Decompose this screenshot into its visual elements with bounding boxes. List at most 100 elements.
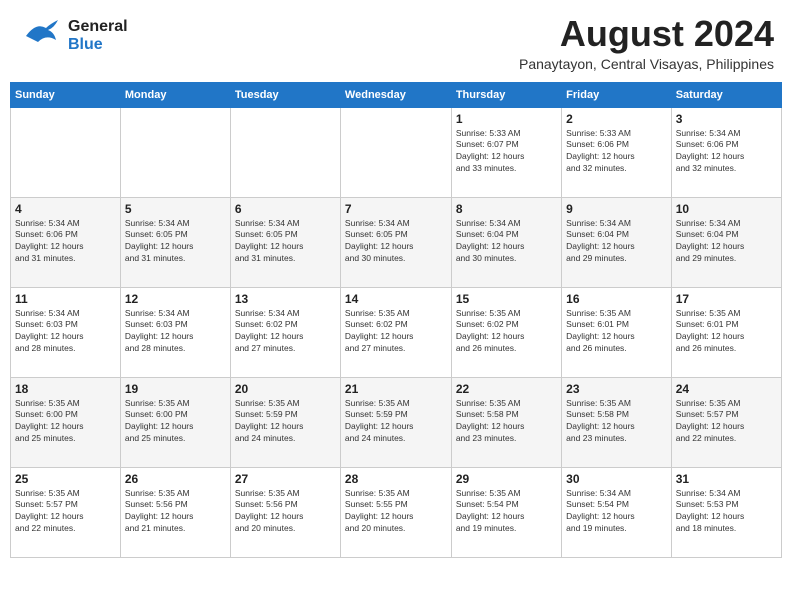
day-info: Sunrise: 5:35 AM Sunset: 5:59 PM Dayligh… bbox=[235, 398, 336, 446]
day-info: Sunrise: 5:34 AM Sunset: 6:04 PM Dayligh… bbox=[676, 218, 777, 266]
calendar-cell: 24 Sunrise: 5:35 AM Sunset: 5:57 PM Dayli… bbox=[671, 377, 781, 467]
calendar-cell bbox=[340, 107, 451, 197]
day-number: 8 bbox=[456, 202, 557, 216]
day-info: Sunrise: 5:35 AM Sunset: 6:02 PM Dayligh… bbox=[456, 308, 557, 356]
calendar-header-row: SundayMondayTuesdayWednesdayThursdayFrid… bbox=[11, 82, 782, 107]
calendar-cell: 25 Sunrise: 5:35 AM Sunset: 5:57 PM Dayli… bbox=[11, 467, 121, 557]
calendar-week-row: 18 Sunrise: 5:35 AM Sunset: 6:00 PM Dayli… bbox=[11, 377, 782, 467]
calendar-cell: 31 Sunrise: 5:34 AM Sunset: 5:53 PM Dayli… bbox=[671, 467, 781, 557]
day-info: Sunrise: 5:35 AM Sunset: 6:00 PM Dayligh… bbox=[15, 398, 116, 446]
weekday-header: Friday bbox=[562, 82, 672, 107]
calendar-cell bbox=[120, 107, 230, 197]
day-info: Sunrise: 5:35 AM Sunset: 6:01 PM Dayligh… bbox=[566, 308, 667, 356]
day-info: Sunrise: 5:35 AM Sunset: 6:00 PM Dayligh… bbox=[125, 398, 226, 446]
day-number: 15 bbox=[456, 292, 557, 306]
calendar-cell: 10 Sunrise: 5:34 AM Sunset: 6:04 PM Dayli… bbox=[671, 197, 781, 287]
logo-text: General Blue bbox=[68, 18, 128, 54]
day-info: Sunrise: 5:34 AM Sunset: 5:53 PM Dayligh… bbox=[676, 488, 777, 536]
day-number: 5 bbox=[125, 202, 226, 216]
day-number: 31 bbox=[676, 472, 777, 486]
calendar-cell: 7Sunrise: 5:34 AM Sunset: 6:05 PM Daylig… bbox=[340, 197, 451, 287]
logo: General Blue bbox=[18, 14, 128, 58]
day-info: Sunrise: 5:34 AM Sunset: 6:03 PM Dayligh… bbox=[125, 308, 226, 356]
calendar-cell: 26 Sunrise: 5:35 AM Sunset: 5:56 PM Dayli… bbox=[120, 467, 230, 557]
weekday-header: Sunday bbox=[11, 82, 121, 107]
day-number: 29 bbox=[456, 472, 557, 486]
calendar-week-row: 4 Sunrise: 5:34 AM Sunset: 6:06 PM Daylig… bbox=[11, 197, 782, 287]
day-number: 9 bbox=[566, 202, 667, 216]
page-header: General Blue August 2024 Panaytayon, Cen… bbox=[10, 10, 782, 76]
calendar-cell: 18 Sunrise: 5:35 AM Sunset: 6:00 PM Dayli… bbox=[11, 377, 121, 467]
day-info: Sunrise: 5:33 AM Sunset: 6:06 PM Dayligh… bbox=[566, 128, 667, 176]
day-info: Sunrise: 5:33 AM Sunset: 6:07 PM Dayligh… bbox=[456, 128, 557, 176]
day-number: 30 bbox=[566, 472, 667, 486]
day-number: 21 bbox=[345, 382, 447, 396]
logo-general: General bbox=[68, 18, 128, 36]
calendar-cell: 16 Sunrise: 5:35 AM Sunset: 6:01 PM Dayli… bbox=[562, 287, 672, 377]
day-number: 17 bbox=[676, 292, 777, 306]
day-number: 11 bbox=[15, 292, 116, 306]
day-number: 10 bbox=[676, 202, 777, 216]
calendar-cell: 12 Sunrise: 5:34 AM Sunset: 6:03 PM Dayli… bbox=[120, 287, 230, 377]
day-number: 24 bbox=[676, 382, 777, 396]
day-info: Sunrise: 5:34 AM Sunset: 6:04 PM Dayligh… bbox=[566, 218, 667, 266]
calendar-cell: 15 Sunrise: 5:35 AM Sunset: 6:02 PM Dayli… bbox=[451, 287, 561, 377]
day-number: 16 bbox=[566, 292, 667, 306]
calendar-cell: 5 Sunrise: 5:34 AM Sunset: 6:05 PM Daylig… bbox=[120, 197, 230, 287]
calendar-cell: 4 Sunrise: 5:34 AM Sunset: 6:06 PM Daylig… bbox=[11, 197, 121, 287]
calendar-cell: 14Sunrise: 5:35 AM Sunset: 6:02 PM Dayli… bbox=[340, 287, 451, 377]
weekday-header: Wednesday bbox=[340, 82, 451, 107]
calendar-cell bbox=[230, 107, 340, 197]
calendar-cell bbox=[11, 107, 121, 197]
day-number: 2 bbox=[566, 112, 667, 126]
day-number: 12 bbox=[125, 292, 226, 306]
calendar-cell: 19 Sunrise: 5:35 AM Sunset: 6:00 PM Dayli… bbox=[120, 377, 230, 467]
calendar-cell: 6 Sunrise: 5:34 AM Sunset: 6:05 PM Daylig… bbox=[230, 197, 340, 287]
day-info: Sunrise: 5:35 AM Sunset: 5:57 PM Dayligh… bbox=[15, 488, 116, 536]
day-number: 1 bbox=[456, 112, 557, 126]
calendar-cell: 13Sunrise: 5:34 AM Sunset: 6:02 PM Dayli… bbox=[230, 287, 340, 377]
day-number: 28 bbox=[345, 472, 447, 486]
day-info: Sunrise: 5:34 AM Sunset: 6:05 PM Dayligh… bbox=[125, 218, 226, 266]
calendar-cell: 9 Sunrise: 5:34 AM Sunset: 6:04 PM Daylig… bbox=[562, 197, 672, 287]
day-number: 19 bbox=[125, 382, 226, 396]
day-info: Sunrise: 5:35 AM Sunset: 5:58 PM Dayligh… bbox=[456, 398, 557, 446]
day-info: Sunrise: 5:35 AM Sunset: 5:55 PM Dayligh… bbox=[345, 488, 447, 536]
calendar-table: SundayMondayTuesdayWednesdayThursdayFrid… bbox=[10, 82, 782, 558]
calendar-cell: 29 Sunrise: 5:35 AM Sunset: 5:54 PM Dayli… bbox=[451, 467, 561, 557]
day-info: Sunrise: 5:35 AM Sunset: 6:01 PM Dayligh… bbox=[676, 308, 777, 356]
day-info: Sunrise: 5:34 AM Sunset: 6:04 PM Dayligh… bbox=[456, 218, 557, 266]
day-number: 20 bbox=[235, 382, 336, 396]
day-number: 4 bbox=[15, 202, 116, 216]
day-info: Sunrise: 5:34 AM Sunset: 6:06 PM Dayligh… bbox=[15, 218, 116, 266]
day-number: 27 bbox=[235, 472, 336, 486]
day-number: 14 bbox=[345, 292, 447, 306]
calendar-cell: 28 Sunrise: 5:35 AM Sunset: 5:55 PM Dayli… bbox=[340, 467, 451, 557]
day-info: Sunrise: 5:35 AM Sunset: 5:56 PM Dayligh… bbox=[125, 488, 226, 536]
calendar-cell: 23 Sunrise: 5:35 AM Sunset: 5:58 PM Dayli… bbox=[562, 377, 672, 467]
calendar-cell: 30 Sunrise: 5:34 AM Sunset: 5:54 PM Dayli… bbox=[562, 467, 672, 557]
weekday-header: Saturday bbox=[671, 82, 781, 107]
month-year-title: August 2024 bbox=[519, 14, 774, 54]
day-info: Sunrise: 5:34 AM Sunset: 6:05 PM Dayligh… bbox=[235, 218, 336, 266]
day-info: Sunrise: 5:35 AM Sunset: 5:54 PM Dayligh… bbox=[456, 488, 557, 536]
calendar-cell: 2 Sunrise: 5:33 AM Sunset: 6:06 PM Daylig… bbox=[562, 107, 672, 197]
day-info: Sunrise: 5:35 AM Sunset: 5:57 PM Dayligh… bbox=[676, 398, 777, 446]
day-number: 25 bbox=[15, 472, 116, 486]
day-number: 6 bbox=[235, 202, 336, 216]
day-number: 26 bbox=[125, 472, 226, 486]
logo-blue: Blue bbox=[68, 36, 128, 54]
day-info: Sunrise: 5:35 AM Sunset: 5:58 PM Dayligh… bbox=[566, 398, 667, 446]
calendar-cell: 22Sunrise: 5:35 AM Sunset: 5:58 PM Dayli… bbox=[451, 377, 561, 467]
day-number: 18 bbox=[15, 382, 116, 396]
title-block: August 2024 Panaytayon, Central Visayas,… bbox=[519, 14, 774, 72]
calendar-week-row: 1 Sunrise: 5:33 AM Sunset: 6:07 PM Daylig… bbox=[11, 107, 782, 197]
day-info: Sunrise: 5:35 AM Sunset: 5:59 PM Dayligh… bbox=[345, 398, 447, 446]
day-number: 7 bbox=[345, 202, 447, 216]
logo-icon bbox=[18, 14, 62, 58]
day-info: Sunrise: 5:34 AM Sunset: 6:02 PM Dayligh… bbox=[235, 308, 336, 356]
calendar-cell: 1 Sunrise: 5:33 AM Sunset: 6:07 PM Daylig… bbox=[451, 107, 561, 197]
day-info: Sunrise: 5:34 AM Sunset: 5:54 PM Dayligh… bbox=[566, 488, 667, 536]
day-number: 23 bbox=[566, 382, 667, 396]
location-subtitle: Panaytayon, Central Visayas, Philippines bbox=[519, 56, 774, 72]
